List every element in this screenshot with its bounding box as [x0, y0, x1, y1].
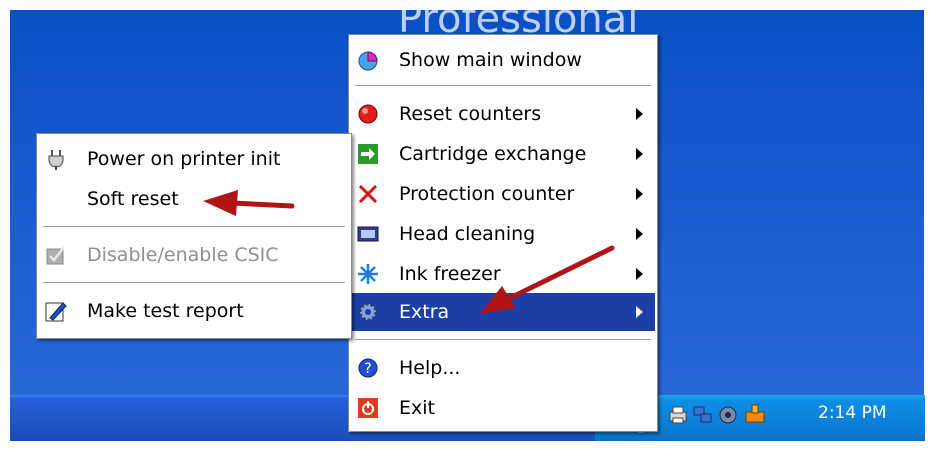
submenu-arrow-icon — [636, 108, 643, 120]
menu-item-label: Power on printer init — [87, 148, 281, 170]
menu-item-label: Help... — [399, 357, 461, 379]
menu-item-label: Make test report — [87, 300, 244, 322]
submenu-arrow-icon — [636, 268, 643, 280]
network-tray-icon[interactable] — [692, 404, 714, 426]
extra-submenu: Power on printer init Soft reset Disable… — [36, 133, 352, 339]
checkbox-icon — [46, 246, 65, 265]
submenu-arrow-icon — [636, 228, 643, 240]
head-cleaning-icon — [357, 226, 379, 242]
menu-item-protection-counter[interactable]: Protection counter — [351, 175, 655, 213]
menu-item-disable-enable-csic: Disable/enable CSIC — [39, 236, 349, 274]
menu-item-extra[interactable]: Extra — [351, 293, 655, 331]
menu-item-exit[interactable]: Exit — [351, 389, 655, 427]
menu-item-head-cleaning[interactable]: Head cleaning — [351, 215, 655, 253]
help-icon: ? — [358, 358, 378, 378]
snowflake-icon — [358, 264, 378, 284]
menu-item-power-on-printer-init[interactable]: Power on printer init — [39, 140, 349, 178]
menu-item-label: Exit — [399, 397, 435, 419]
menu-item-label: Ink freezer — [399, 263, 501, 285]
menu-item-soft-reset[interactable]: Soft reset — [39, 180, 349, 218]
submenu-arrow-icon — [636, 148, 643, 160]
red-ball-icon — [358, 104, 378, 124]
menu-item-cartridge-exchange[interactable]: Cartridge exchange — [351, 135, 655, 173]
menu-separator — [43, 226, 345, 228]
volume-tray-icon[interactable] — [717, 404, 739, 426]
taskbar-clock[interactable]: 2:14 PM — [818, 403, 887, 423]
gear-icon — [358, 302, 378, 322]
menu-separator — [355, 339, 651, 341]
submenu-arrow-icon — [636, 306, 643, 318]
menu-separator — [355, 85, 651, 87]
menu-item-label: Protection counter — [399, 183, 575, 205]
menu-item-help[interactable]: ? Help... — [351, 349, 655, 387]
menu-separator — [43, 282, 345, 284]
menu-item-reset-counters[interactable]: Reset counters — [351, 95, 655, 133]
menu-item-ink-freezer[interactable]: Ink freezer — [351, 255, 655, 293]
plug-icon — [48, 150, 64, 170]
red-x-icon — [358, 184, 378, 204]
menu-item-make-test-report[interactable]: Make test report — [39, 292, 349, 330]
menu-item-label: Extra — [399, 301, 450, 323]
warning-tray-icon[interactable] — [744, 402, 766, 424]
pie-chart-icon — [358, 51, 378, 71]
svg-text:?: ? — [364, 361, 371, 377]
menu-item-label: Disable/enable CSIC — [87, 244, 279, 266]
pencil-icon — [45, 302, 67, 322]
menu-item-label: Head cleaning — [399, 223, 536, 245]
submenu-arrow-icon — [636, 188, 643, 200]
menu-item-label: Cartridge exchange — [399, 143, 587, 165]
menu-item-label: Show main window — [399, 49, 582, 71]
printer-tray-icon[interactable] — [667, 404, 689, 426]
tray-context-menu: Show main window Reset counters Cartridg… — [348, 34, 658, 432]
menu-item-label: Soft reset — [87, 188, 179, 210]
green-arrow-icon — [358, 144, 378, 164]
menu-item-show-main-window[interactable]: Show main window — [351, 41, 655, 79]
menu-item-label: Reset counters — [399, 103, 542, 125]
power-icon — [358, 398, 378, 418]
